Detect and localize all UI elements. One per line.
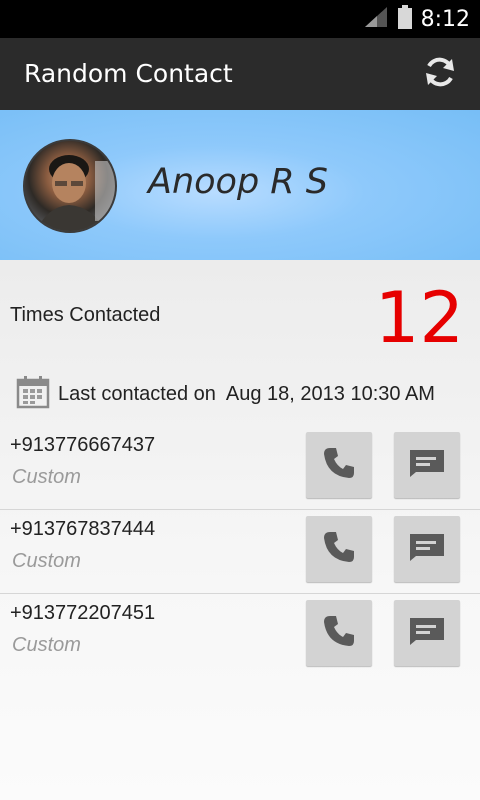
phone-number: +913767837444 bbox=[10, 518, 156, 540]
times-contacted-label: Times Contacted bbox=[10, 304, 161, 326]
status-time: 8:12 bbox=[420, 6, 470, 32]
phone-row: +913772207451 Custom bbox=[0, 594, 480, 678]
phone-number: +913772207451 bbox=[10, 602, 156, 624]
signal-icon bbox=[363, 5, 389, 34]
battery-icon bbox=[397, 4, 413, 35]
status-bar: 8:12 bbox=[0, 0, 480, 38]
calendar-icon bbox=[16, 375, 50, 414]
times-contacted-count: 12 bbox=[374, 277, 464, 359]
call-button[interactable] bbox=[306, 600, 372, 666]
contact-details: Times Contacted 12 Last contacted on Aug… bbox=[0, 260, 480, 800]
phone-row: +913776667437 Custom bbox=[0, 426, 480, 510]
message-icon bbox=[408, 532, 446, 567]
contact-header: Anoop R S bbox=[0, 110, 480, 260]
message-icon bbox=[408, 616, 446, 651]
action-bar: Random Contact bbox=[0, 38, 480, 110]
refresh-button[interactable] bbox=[420, 54, 460, 94]
avatar bbox=[23, 139, 117, 233]
message-button[interactable] bbox=[394, 432, 460, 498]
phone-type: Custom bbox=[12, 550, 81, 572]
phone-number: +913776667437 bbox=[10, 434, 156, 456]
phone-icon bbox=[321, 529, 357, 570]
message-icon bbox=[408, 448, 446, 483]
contact-name: Anoop R S bbox=[148, 162, 328, 202]
call-button[interactable] bbox=[306, 516, 372, 582]
phone-icon bbox=[321, 613, 357, 654]
last-contacted-value: Aug 18, 2013 10:30 AM bbox=[225, 382, 435, 405]
call-button[interactable] bbox=[306, 432, 372, 498]
message-button[interactable] bbox=[394, 516, 460, 582]
phone-type: Custom bbox=[12, 466, 81, 488]
message-button[interactable] bbox=[394, 600, 460, 666]
app-title: Random Contact bbox=[24, 59, 233, 88]
refresh-icon bbox=[421, 53, 459, 96]
phone-icon bbox=[321, 445, 357, 486]
last-contacted-row: Last contacted on Aug 18, 2013 10:30 AM bbox=[16, 375, 435, 414]
phone-row: +913767837444 Custom bbox=[0, 510, 480, 594]
phone-type: Custom bbox=[12, 634, 81, 656]
last-contacted-label: Last contacted on bbox=[58, 382, 216, 405]
